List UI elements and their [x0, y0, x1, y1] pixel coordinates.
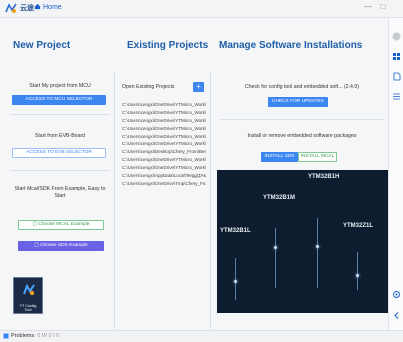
yt-config-tool-icon[interactable]: YT Config Tool — [13, 277, 43, 314]
sdk-example-button[interactable]: ▢ Choose SDK Example — [18, 241, 104, 251]
grid-icon[interactable] — [392, 52, 401, 61]
check-updates-text: CHECK FOR UPDATES — [272, 99, 324, 104]
document-icon[interactable] — [392, 72, 401, 81]
column-divider — [114, 72, 115, 330]
circle-icon[interactable] — [392, 32, 401, 41]
home-icon — [34, 3, 41, 10]
recent-project-item[interactable]: C:\Users\cengxi\OneDrive\YTMicro_Work\ — [122, 125, 206, 133]
title-bar: 云途 Home — □ — [0, 0, 403, 18]
chip-label-l: YTM32B1L — [220, 228, 251, 234]
column-divider — [210, 72, 211, 330]
app-logo-text: 云途 — [20, 5, 34, 12]
recent-project-item[interactable]: C:\Users\cengxi\Desktop\Chery_From\Bestr — [122, 148, 206, 156]
more-link[interactable]: more — [192, 175, 201, 179]
mcu-selector-label: ACCESS TO MCU SELECTOR — [25, 97, 93, 102]
recent-project-item[interactable]: C:\Users\cengxi\OneDrive\YTMicro_Work\ — [122, 109, 206, 117]
problems-tab[interactable]: Problems 0 W 0 I 0 — [11, 331, 59, 341]
new-project-title: New Project — [13, 40, 71, 51]
status-bar: Problems 0 W 0 I 0 — [0, 330, 403, 342]
mcu-selector-button[interactable]: ACCESS TO MCU SELECTOR — [12, 95, 106, 105]
chip-label-z: YTM32Z1L — [343, 223, 374, 229]
banner-glow — [356, 274, 359, 277]
tab-home-label: Home — [43, 4, 62, 11]
row-divider — [10, 170, 110, 171]
open-existing-label: Open Existing Projects — [122, 84, 175, 90]
problems-count: 0 W 0 I 0 — [37, 333, 60, 339]
problems-icon — [3, 333, 9, 339]
install-mcal-button[interactable]: INSTALL MCAL — [298, 152, 337, 162]
chip-label-m: YTM32B1M — [263, 195, 296, 201]
install-label: Install or remove embedded software pack… — [247, 133, 357, 139]
recent-project-item[interactable]: C:\Users\cengxi\OneDrive\YTMicro_Work\ — [122, 156, 206, 164]
collapse-icon[interactable] — [392, 311, 401, 320]
example-label-line2: Start — [54, 193, 66, 199]
add-project-button[interactable]: + — [193, 82, 204, 92]
banner-pin — [275, 228, 276, 288]
right-sidebar — [388, 18, 403, 330]
mcu-label: Start My project from MCU — [29, 83, 91, 89]
evb-label: Start from EVB-Board — [34, 133, 86, 139]
recent-project-item[interactable]: C:\Users\cengxi\OneDrive\YTMicro_Work\ — [122, 133, 206, 141]
banner-glow — [274, 246, 277, 249]
software-title: Manage Software Installations — [219, 40, 363, 51]
check-updates-label: Check for config tool and embedded soft.… — [245, 84, 359, 90]
recent-project-item[interactable]: C:\Users\cengxi\OneDrive\YTMicro_Work\ — [122, 117, 206, 125]
maximize-button[interactable]: □ — [377, 2, 389, 11]
install-sdk-text: INSTALL SDK — [264, 154, 295, 159]
banner-pin — [235, 258, 236, 300]
list-icon[interactable] — [392, 92, 401, 101]
install-sdk-button[interactable]: INSTALL SDK — [261, 152, 298, 162]
sdk-example-label: Choose SDK Example — [40, 243, 88, 248]
recent-project-item[interactable]: C:\Users\cengxi\OneDrive\YTMicro_Work\ — [122, 101, 206, 109]
banner-glow — [234, 280, 237, 283]
banner-pin — [357, 252, 358, 290]
recent-project-item[interactable]: C:\Users\cengxi\OneDrive\YTMicro_Work\ — [122, 140, 206, 148]
install-mcal-text: INSTALL MCAL — [300, 154, 335, 159]
recent-project-item[interactable]: C:\Users\cengxi\OneDrive\YTMicro_Work\ — [122, 164, 206, 172]
product-banner: YTM32B1H YTM32B1M YTM32B1L YTM32Z1L — [217, 170, 388, 313]
minimize-button[interactable]: — — [362, 2, 374, 11]
check-updates-button[interactable]: CHECK FOR UPDATES — [268, 97, 328, 107]
mcal-example-label: Choose MCAL Example — [38, 222, 90, 227]
problems-label: Problems — [11, 333, 35, 339]
app-logo-icon — [5, 3, 17, 13]
tab-home[interactable]: Home — [34, 3, 62, 11]
existing-projects-title: Existing Projects — [127, 40, 209, 51]
evb-selector-button[interactable]: ACCESS TO EVB SELECTOR — [12, 148, 106, 158]
yt-logo-icon — [23, 283, 35, 296]
mcal-example-button[interactable]: ▢ Choose MCAL Example — [18, 220, 104, 230]
evb-selector-label: ACCESS TO EVB SELECTOR — [26, 150, 92, 155]
app-icon-line2: Tool — [24, 307, 32, 312]
banner-glow — [316, 245, 319, 248]
recent-project-item[interactable]: C:\Users\cengxi\OneDrive\Tmp\Chery_Fro — [122, 180, 206, 188]
app-icon-label: YT Config Tool — [14, 304, 42, 312]
row-divider — [10, 114, 110, 115]
chip-label-h: YTM32B1H — [308, 174, 340, 180]
settings-icon[interactable] — [392, 290, 401, 299]
banner-pin — [317, 218, 318, 288]
row-divider — [220, 119, 384, 120]
example-label-line1: Start Mcal/SDK From Example, Easy to — [14, 186, 106, 192]
